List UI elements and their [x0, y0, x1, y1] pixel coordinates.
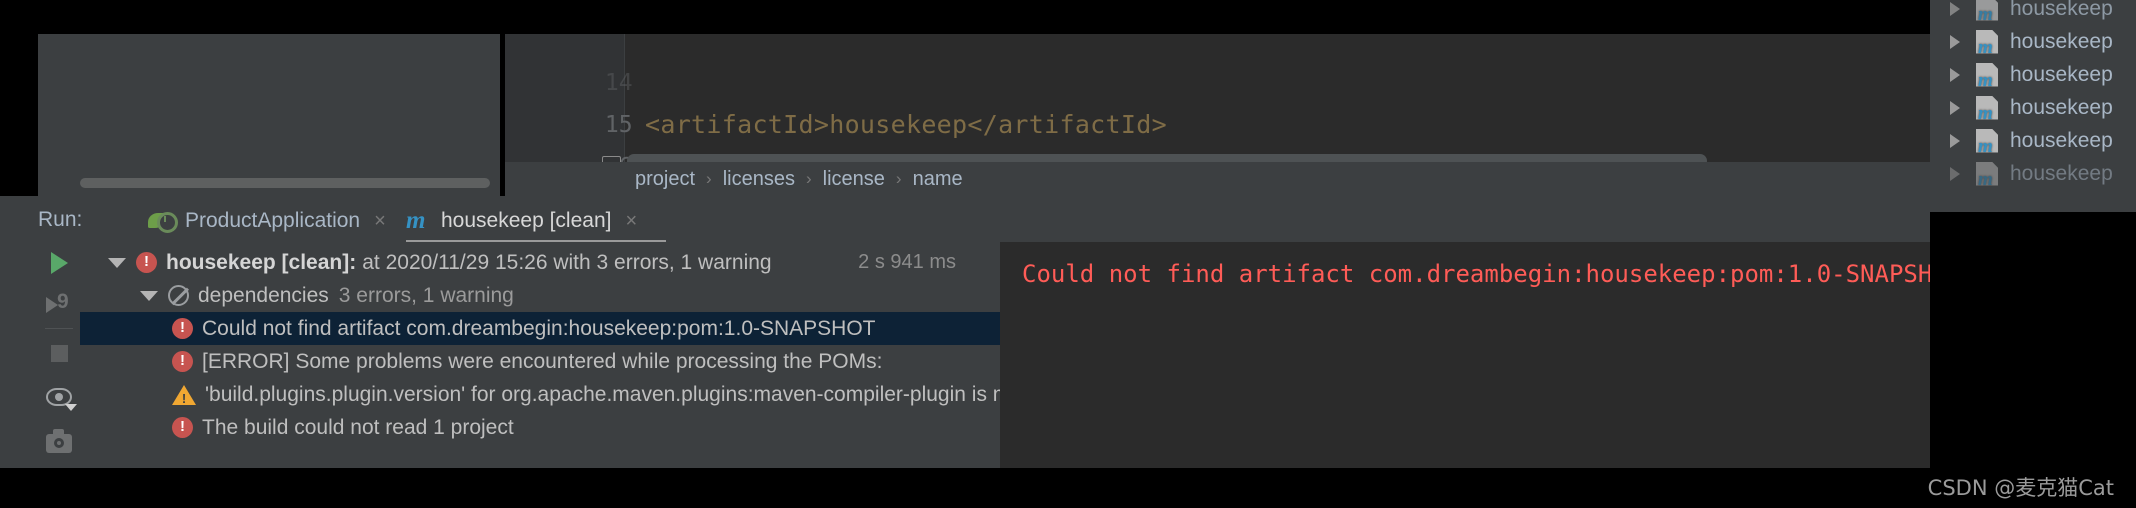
chevron-right-icon[interactable] [1950, 1, 1960, 16]
error-icon [172, 318, 193, 339]
tree-row-error-poms[interactable]: [ERROR] Some problems were encountered w… [80, 345, 1000, 378]
spring-boot-icon [148, 209, 178, 233]
top-region: 14 <artifactId>housekeep</artifactId> 15… [0, 0, 2136, 196]
maven-module-label: housekeep [2010, 0, 2113, 20]
maven-panel-bottom-edge [1930, 196, 2136, 212]
toolbar-divider [45, 328, 73, 329]
camera-icon [46, 428, 72, 453]
chevron-down-icon[interactable] [140, 290, 158, 301]
maven-module-icon [1976, 62, 1998, 87]
code-editor[interactable]: 14 <artifactId>housekeep</artifactId> 15… [505, 34, 1930, 162]
run-tab-bar: Run: ProductApplication × m housekeep [c… [38, 196, 1930, 244]
build-output-console[interactable]: Could not find artifact com.dreambegin:h… [1000, 242, 1930, 468]
breadcrumb: project › licenses › license › name [505, 162, 1930, 196]
rerun-failed-icon [46, 290, 72, 316]
tree-row-detail: at 2020/11/29 15:26 with 3 errors, 1 war… [362, 250, 772, 274]
maven-tree-row[interactable]: housekeep [1930, 91, 2136, 124]
maven-module-icon [1976, 128, 1998, 153]
maven-module-label: housekeep [2010, 161, 2113, 185]
tree-row-detail: 'build.plugins.plugin.version' for org.a… [205, 382, 1000, 406]
code-line-16: 16 <packaging>pom</packaging> [505, 104, 633, 162]
code-line-17: 17 <licenses> [505, 146, 541, 162]
chevron-right-icon: › [706, 169, 712, 188]
build-duration: 2 s 941 ms [858, 251, 956, 273]
maven-tree-row[interactable]: housekeep [1930, 0, 2136, 25]
ide-screenshot: 14 <artifactId>housekeep</artifactId> 15… [0, 0, 2136, 508]
error-icon [172, 417, 193, 438]
play-icon [50, 252, 68, 274]
run-tool-window: Run: ProductApplication × m housekeep [c… [0, 196, 1930, 468]
maven-tree-row[interactable]: housekeep [1930, 157, 2136, 190]
error-icon [172, 351, 193, 372]
error-icon [136, 252, 157, 273]
maven-module-label: housekeep [2010, 128, 2113, 152]
maven-module-label: housekeep [2010, 95, 2113, 119]
maven-module-icon [1976, 95, 1998, 120]
line-number-15: 15 [604, 112, 633, 138]
maven-module-icon [1976, 0, 1998, 21]
tab-label: housekeep [clean] [441, 209, 612, 232]
tree-row-title: housekeep [clean]: [166, 250, 357, 274]
eye-icon [46, 388, 77, 411]
run-toolbar [38, 242, 80, 468]
code-line-14: 14 <artifactId>housekeep</artifactId> [505, 34, 1167, 139]
code-text-14: <artifactId>housekeep</artifactId> [645, 110, 1167, 139]
tree-row-title: dependencies [198, 283, 329, 307]
maven-icon: m [406, 207, 426, 234]
maven-tree-row[interactable]: housekeep [1930, 58, 2136, 91]
tab-product-application[interactable]: ProductApplication × [148, 200, 386, 242]
filter-button[interactable] [38, 376, 80, 418]
maven-module-label: housekeep [2010, 29, 2113, 53]
tree-row-warning-plugin-version[interactable]: 'build.plugins.plugin.version' for org.a… [80, 378, 1000, 411]
dependency-blocked-icon [168, 285, 189, 306]
rerun-button[interactable] [38, 242, 80, 284]
console-error-message: Could not find artifact com.dreambegin:h… [1022, 260, 1930, 288]
tree-row-error-build-read[interactable]: The build could not read 1 project [80, 411, 1000, 444]
tree-row-detail: Could not find artifact com.dreambegin:h… [202, 316, 876, 340]
chevron-right-icon: › [805, 169, 812, 188]
watermark: CSDN @麦克猫Cat [1927, 476, 2114, 500]
chevron-right-icon[interactable] [1950, 133, 1960, 148]
maven-module-icon [1976, 29, 1998, 54]
maven-projects-panel: housekeep housekeep housekeep housekeep [1930, 0, 2136, 196]
tree-row-detail: [ERROR] Some problems were encountered w… [202, 349, 883, 373]
maven-module-icon [1976, 161, 1998, 186]
tab-housekeep-clean[interactable]: m housekeep [clean] × [406, 200, 666, 244]
chevron-down-icon[interactable] [108, 257, 126, 268]
close-icon[interactable]: × [374, 211, 386, 231]
breadcrumb-item-project[interactable]: project [635, 168, 695, 191]
left-panel-horizontal-scrollbar[interactable] [80, 178, 490, 188]
stop-icon [50, 344, 68, 362]
maven-tree-row[interactable]: housekeep [1930, 124, 2136, 157]
right-edge-strip [1930, 196, 2136, 468]
breadcrumb-item-name[interactable]: name [913, 168, 963, 191]
editor-horizontal-scrollbar[interactable] [627, 154, 1707, 162]
chevron-right-icon: › [895, 169, 902, 188]
chevron-right-icon[interactable] [1950, 34, 1960, 49]
left-tool-panel [38, 34, 500, 196]
maven-module-label: housekeep [2010, 62, 2113, 86]
stop-button[interactable] [38, 332, 80, 374]
line-number-14: 14 [604, 70, 633, 96]
close-icon[interactable]: × [625, 211, 637, 231]
tab-label: ProductApplication [185, 209, 361, 232]
breadcrumb-item-license[interactable]: license [823, 168, 885, 191]
chevron-right-icon[interactable] [1950, 100, 1960, 115]
tree-row-detail: The build could not read 1 project [202, 415, 514, 439]
breadcrumb-item-licenses[interactable]: licenses [723, 168, 795, 191]
chevron-right-icon[interactable] [1950, 166, 1960, 181]
code-line-15: 15 <version>1.0-SNAPSHOT</version> [505, 62, 1121, 162]
warning-icon [172, 384, 196, 406]
tree-row-dependencies[interactable]: dependencies 3 errors, 1 warning [80, 279, 1000, 312]
run-label: Run: [38, 208, 83, 231]
build-tree-panel: housekeep [clean]: at 2020/11/29 15:26 w… [80, 242, 1000, 468]
tree-row-detail: 3 errors, 1 warning [338, 283, 514, 307]
chevron-right-icon[interactable] [1950, 67, 1960, 82]
tree-row-build-root[interactable]: housekeep [clean]: at 2020/11/29 15:26 w… [80, 246, 1000, 279]
rerun-failed-button[interactable] [38, 284, 80, 326]
maven-tree-row[interactable]: housekeep [1930, 25, 2136, 58]
tree-row-error-artifact[interactable]: Could not find artifact com.dreambegin:h… [80, 312, 1000, 345]
screenshot-button[interactable] [38, 422, 80, 464]
